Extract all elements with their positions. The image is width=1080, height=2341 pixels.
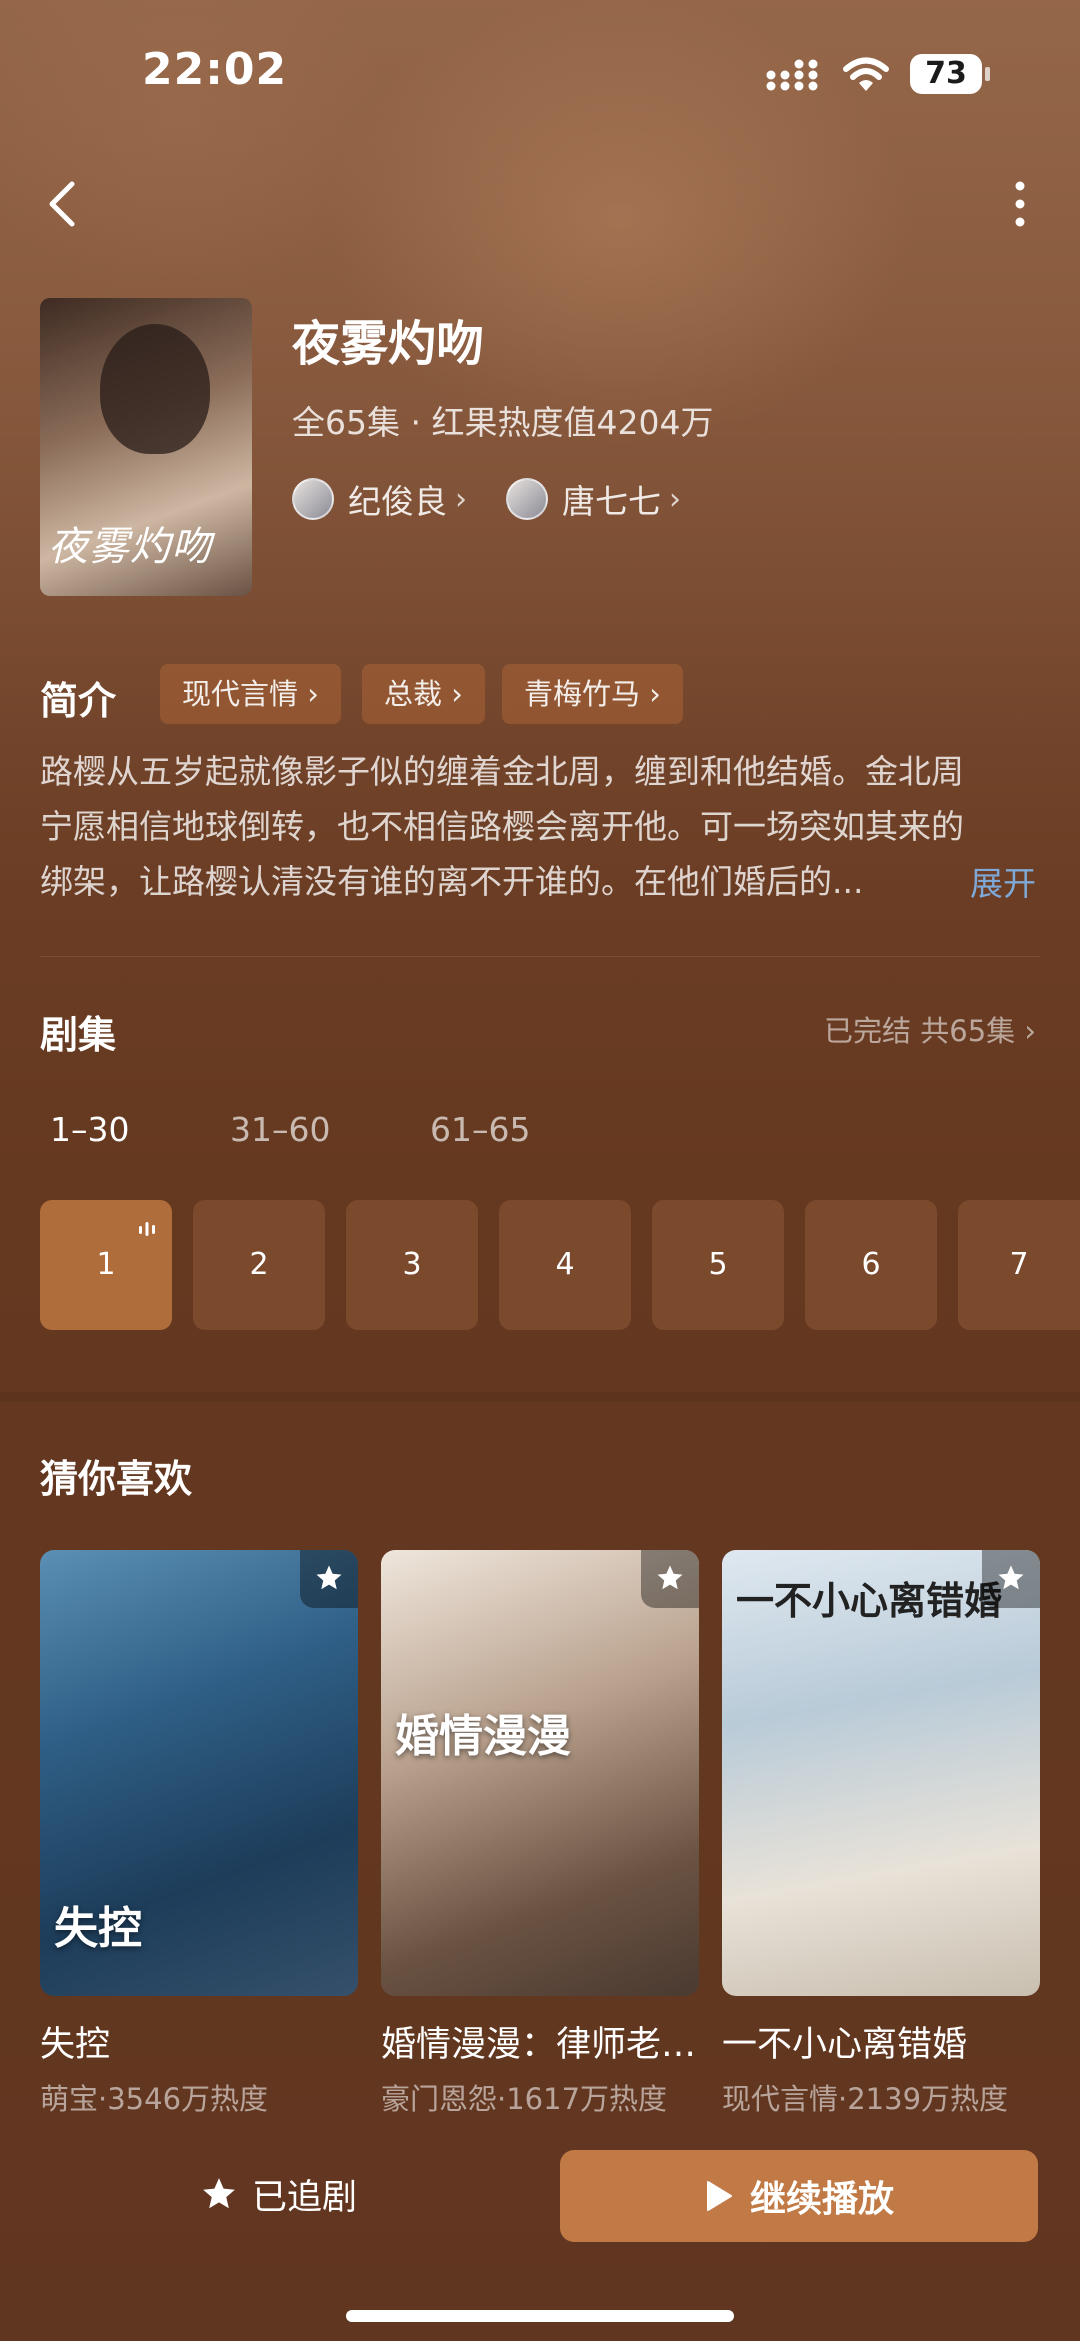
- chevron-right-icon: ›: [455, 481, 467, 517]
- episodes-heading: 剧集: [40, 1013, 117, 1057]
- follow-label: 已追剧: [252, 2177, 358, 2218]
- home-indicator[interactable]: [346, 2310, 734, 2322]
- follow-button[interactable]: 已追剧: [200, 2166, 357, 2222]
- episode-tile[interactable]: 2: [193, 1200, 325, 1330]
- card-poster-title: 失控: [54, 1903, 142, 1954]
- back-icon[interactable]: [44, 176, 84, 232]
- playing-icon: [139, 1222, 155, 1236]
- episodes-status-link[interactable]: 已完结 共65集 ›: [824, 1008, 1036, 1050]
- range-tab-1[interactable]: 1–30: [50, 1110, 130, 1149]
- drama-poster[interactable]: 夜雾灼吻: [40, 298, 252, 596]
- actor-avatar: [292, 478, 334, 520]
- star-icon: [657, 1565, 683, 1590]
- recommend-heading: 猜你喜欢: [40, 1457, 193, 1501]
- wifi-icon: [843, 57, 889, 91]
- recommend-name[interactable]: 失控: [40, 2016, 358, 2067]
- tag-chip[interactable]: 青梅竹马 ›: [502, 664, 683, 724]
- divider: [40, 956, 1040, 957]
- star-icon: [203, 2178, 235, 2209]
- recommend-card-1[interactable]: 失控: [40, 1550, 358, 1996]
- continue-play-button[interactable]: 继续播放: [560, 2150, 1038, 2242]
- episode-tile[interactable]: 3: [346, 1200, 478, 1330]
- synopsis-line: 宁愿相信地球倒转，也不相信路樱会离开他。可一场突如其来的: [40, 807, 964, 846]
- synopsis-line: 路樱从五岁起就像影子似的缠着金北周，缠到和他结婚。金北周: [40, 752, 964, 791]
- battery-indicator: 73: [910, 54, 990, 94]
- card-poster-title: 一不小心离错婚: [736, 1578, 1003, 1623]
- recommend-card-2[interactable]: 婚情漫漫: [381, 1550, 699, 1996]
- episode-tile[interactable]: 1: [40, 1200, 172, 1330]
- play-icon: [706, 2181, 732, 2211]
- recommend-name[interactable]: 婚情漫漫：律师老…: [381, 2016, 699, 2067]
- drama-meta: 全65集 · 红果热度值4204万: [292, 403, 714, 442]
- play-label: 继续播放: [749, 2179, 894, 2220]
- expand-link[interactable]: 展开: [970, 856, 1036, 911]
- actor-link-2[interactable]: 唐七七 ›: [506, 476, 681, 522]
- recommend-name[interactable]: 一不小心离错婚: [722, 2016, 1040, 2067]
- episode-tile[interactable]: 4: [499, 1200, 631, 1330]
- actor-name: 纪俊良: [348, 482, 447, 521]
- recommend-card-3[interactable]: 一不小心离错婚: [722, 1550, 1040, 1996]
- actor-link-1[interactable]: 纪俊良 ›: [292, 476, 467, 522]
- actor-name: 唐七七: [562, 482, 661, 521]
- more-options-icon[interactable]: [1004, 176, 1036, 232]
- poster-title: 夜雾灼吻: [48, 524, 212, 570]
- episode-tile[interactable]: 5: [652, 1200, 784, 1330]
- recommend-subtitle: 现代言情·2139万热度: [722, 2082, 1009, 2116]
- favorite-badge[interactable]: [300, 1550, 358, 1608]
- chevron-right-icon: ›: [669, 481, 681, 517]
- star-icon: [316, 1565, 342, 1590]
- tag-chip[interactable]: 现代言情 ›: [160, 664, 341, 724]
- episode-tile[interactable]: 7: [958, 1200, 1080, 1330]
- favorite-badge[interactable]: [641, 1550, 699, 1608]
- synopsis-text: 路樱从五岁起就像影子似的缠着金北周，缠到和他结婚。金北周 宁愿相信地球倒转，也不…: [40, 744, 1040, 909]
- recommend-subtitle: 萌宝·3546万热度: [40, 2082, 269, 2116]
- poster-figure: [100, 324, 210, 454]
- favorite-badge[interactable]: [982, 1550, 1040, 1608]
- clock: 22:02: [142, 44, 288, 95]
- star-icon: [998, 1565, 1024, 1590]
- synopsis-line: 绑架，让路樱认清没有谁的离不开谁的。在他们婚后的...: [40, 862, 864, 901]
- status-bar: 22:02 73: [0, 0, 1080, 140]
- drama-title: 夜雾灼吻: [292, 316, 485, 372]
- episode-tile[interactable]: 6: [805, 1200, 937, 1330]
- tag-chip[interactable]: 总裁 ›: [362, 664, 485, 724]
- range-tab-2[interactable]: 31–60: [230, 1110, 330, 1149]
- actor-avatar: [506, 478, 548, 520]
- card-poster-title: 婚情漫漫: [395, 1711, 571, 1762]
- recommend-subtitle: 豪门恩怨·1617万热度: [381, 2082, 668, 2116]
- cellular-signal-icon: [766, 59, 818, 91]
- section-separator: [0, 1392, 1080, 1402]
- range-tab-3[interactable]: 61–65: [430, 1110, 530, 1149]
- synopsis-heading: 简介: [40, 679, 117, 723]
